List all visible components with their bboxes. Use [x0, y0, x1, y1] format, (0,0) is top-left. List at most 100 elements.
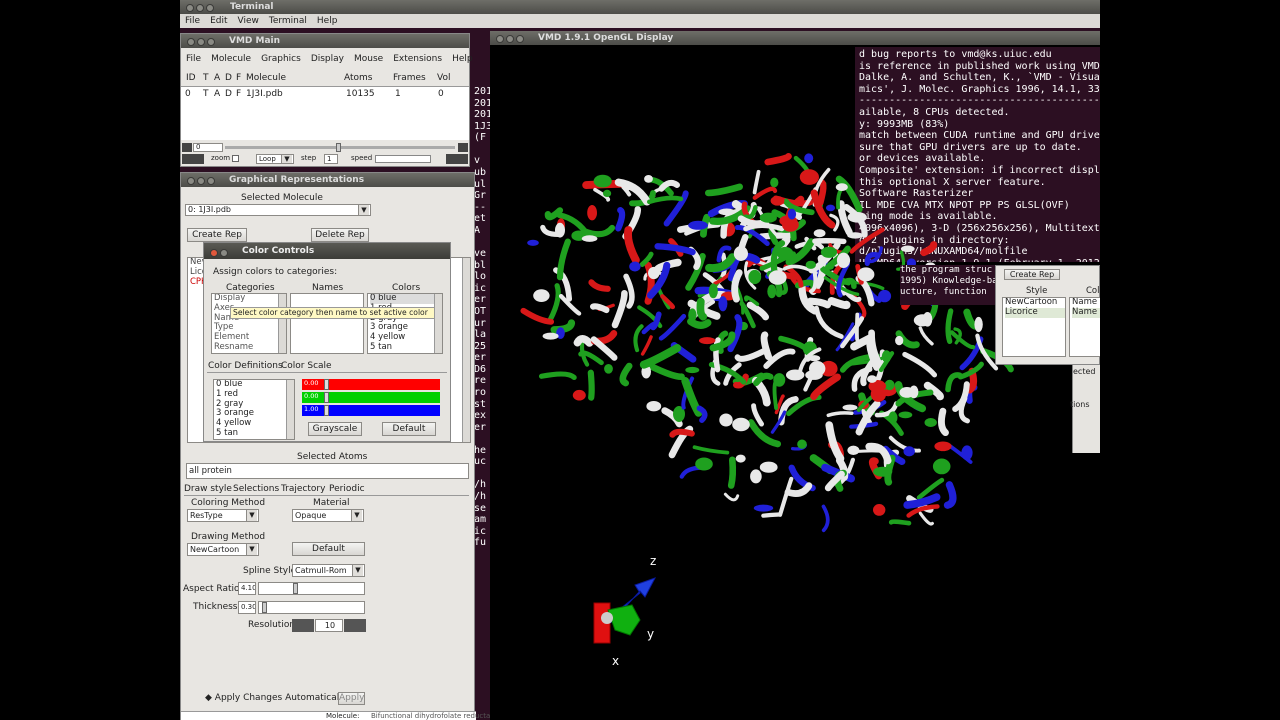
selected-molecule-select[interactable]: 0: 1J3I.pdb: [185, 204, 371, 216]
names-list[interactable]: [290, 293, 364, 354]
tab-color-definitions[interactable]: Color Definitions: [208, 361, 283, 371]
zoom-checkbox[interactable]: [232, 155, 239, 162]
close-icon[interactable]: [496, 35, 504, 43]
minimize-icon[interactable]: [220, 249, 228, 257]
list-item[interactable]: Name: [1072, 307, 1100, 318]
resolution-input[interactable]: 10: [315, 619, 343, 632]
frame-slider-handle[interactable]: [336, 143, 341, 152]
side-style-list[interactable]: NewCartoon Licorice: [1002, 297, 1066, 357]
minimize-icon[interactable]: [197, 38, 205, 46]
opengl-titlebar[interactable]: VMD 1.9.1 OpenGL Display: [490, 31, 1100, 45]
frame-last-button[interactable]: [458, 143, 468, 152]
terminal-menu-help[interactable]: Help: [312, 16, 343, 26]
close-icon[interactable]: [186, 4, 194, 12]
list-item[interactable]: 5 tan: [216, 428, 294, 439]
material-select[interactable]: Opaque: [292, 509, 364, 522]
terminal-menu-file[interactable]: File: [180, 16, 205, 26]
list-item[interactable]: Licorice: [1005, 307, 1065, 318]
apply-auto-checkbox[interactable]: ◆ Apply Changes Automatically: [205, 693, 347, 703]
table-row[interactable]: 0 T A D F 1J3I.pdb 10135 1 0: [181, 89, 469, 100]
resolution-decrease-button[interactable]: [292, 619, 314, 632]
vmd-menu-file[interactable]: File: [181, 54, 206, 64]
categories-list[interactable]: Display Axes Name Type Element Resname: [211, 293, 287, 354]
frame-first-button[interactable]: [182, 143, 192, 152]
terminal-menu-view[interactable]: View: [233, 16, 264, 26]
resolution-increase-button[interactable]: [344, 619, 366, 632]
colors-list[interactable]: 0 blue1 red2 gray3 orange4 yellow5 tan: [367, 293, 443, 354]
maximize-icon[interactable]: [207, 177, 215, 185]
maximize-icon[interactable]: [516, 35, 524, 43]
molecule-viewport[interactable]: z y x: [490, 45, 1100, 720]
color-controls-titlebar[interactable]: Color Controls: [204, 243, 450, 259]
vmd-main-titlebar[interactable]: VMD Main: [181, 34, 469, 48]
row-active[interactable]: A: [214, 89, 220, 99]
categories-scrollbar[interactable]: [278, 294, 286, 353]
close-icon[interactable]: [187, 177, 195, 185]
blue-slider-handle[interactable]: [324, 405, 329, 416]
side-color-list[interactable]: Name Name: [1069, 297, 1100, 357]
tab-draw-style[interactable]: Draw style: [184, 484, 232, 494]
vmd-menu-display[interactable]: Display: [306, 54, 349, 64]
apply-button[interactable]: Apply: [338, 692, 365, 705]
window-controls[interactable]: [187, 37, 217, 51]
vmd-menu-molecule[interactable]: Molecule: [206, 54, 256, 64]
vmd-menu-help[interactable]: Help: [447, 54, 478, 64]
spline-style-select[interactable]: Catmull-Rom: [292, 564, 365, 577]
aspect-ratio-slider-handle[interactable]: [293, 583, 298, 594]
aspect-ratio-input[interactable]: 4.10: [238, 582, 256, 595]
green-slider[interactable]: 0.00: [302, 392, 440, 403]
vmd-menu-extensions[interactable]: Extensions: [388, 54, 447, 64]
tab-selections[interactable]: Selections: [233, 484, 279, 494]
side-create-rep-button[interactable]: Create Rep: [1004, 269, 1060, 280]
maximize-icon[interactable]: [206, 4, 214, 12]
color-default-button[interactable]: Default: [382, 422, 436, 436]
drawing-method-select[interactable]: NewCartoon: [187, 543, 259, 556]
vmd-menu-mouse[interactable]: Mouse: [349, 54, 388, 64]
green-slider-handle[interactable]: [324, 392, 329, 403]
color-definitions-list[interactable]: 0 blue 1 red 2 gray 3 orange 4 yellow 5 tan: [213, 379, 295, 440]
definitions-scrollbar[interactable]: [286, 380, 294, 439]
create-rep-button[interactable]: Create Rep: [187, 228, 247, 242]
minimize-icon[interactable]: [196, 4, 204, 12]
rep-list-scrollbar[interactable]: [462, 258, 470, 442]
row-drawn[interactable]: D: [225, 89, 232, 99]
minimize-icon[interactable]: [197, 177, 205, 185]
grayscale-button[interactable]: Grayscale: [308, 422, 362, 436]
tab-periodic[interactable]: Periodic: [329, 484, 365, 494]
play-back-button[interactable]: [182, 154, 204, 164]
thickness-slider-handle[interactable]: [262, 602, 267, 613]
terminal-titlebar[interactable]: Terminal: [180, 0, 1100, 14]
step-input[interactable]: 1: [324, 154, 338, 164]
close-icon[interactable]: [210, 249, 218, 257]
row-top[interactable]: T: [203, 89, 209, 99]
terminal-menu-terminal[interactable]: Terminal: [264, 16, 312, 26]
tab-trajectory[interactable]: Trajectory: [281, 484, 325, 494]
tab-color-scale[interactable]: Color Scale: [281, 361, 332, 371]
list-item[interactable]: Resname: [214, 342, 286, 353]
minimize-icon[interactable]: [506, 35, 514, 43]
default-button[interactable]: Default: [292, 542, 365, 556]
row-fixed[interactable]: F: [236, 89, 241, 99]
selected-atoms-input[interactable]: all protein: [186, 463, 469, 479]
list-item[interactable]: 5 tan: [370, 342, 442, 353]
graph-reps-titlebar[interactable]: Graphical Representations: [181, 173, 474, 187]
red-slider-handle[interactable]: [324, 379, 329, 390]
thickness-input[interactable]: 0.30: [238, 601, 256, 614]
close-icon[interactable]: [187, 38, 195, 46]
thickness-slider[interactable]: [258, 601, 365, 614]
coloring-method-select[interactable]: ResType: [187, 509, 259, 522]
window-controls[interactable]: [186, 3, 216, 17]
frame-input[interactable]: 0: [193, 143, 223, 152]
terminal-menu-edit[interactable]: Edit: [205, 16, 232, 26]
aspect-ratio-slider[interactable]: [258, 582, 365, 595]
speed-slider[interactable]: [375, 155, 431, 163]
colors-scrollbar[interactable]: [434, 294, 442, 353]
blue-slider[interactable]: 1.00: [302, 405, 440, 416]
vmd-menu-graphics[interactable]: Graphics: [256, 54, 306, 64]
window-controls[interactable]: [210, 247, 230, 263]
play-forward-button[interactable]: [446, 154, 468, 164]
maximize-icon[interactable]: [207, 38, 215, 46]
red-slider[interactable]: 0.00: [302, 379, 440, 390]
window-controls[interactable]: [187, 176, 217, 190]
delete-rep-button[interactable]: Delete Rep: [311, 228, 369, 242]
